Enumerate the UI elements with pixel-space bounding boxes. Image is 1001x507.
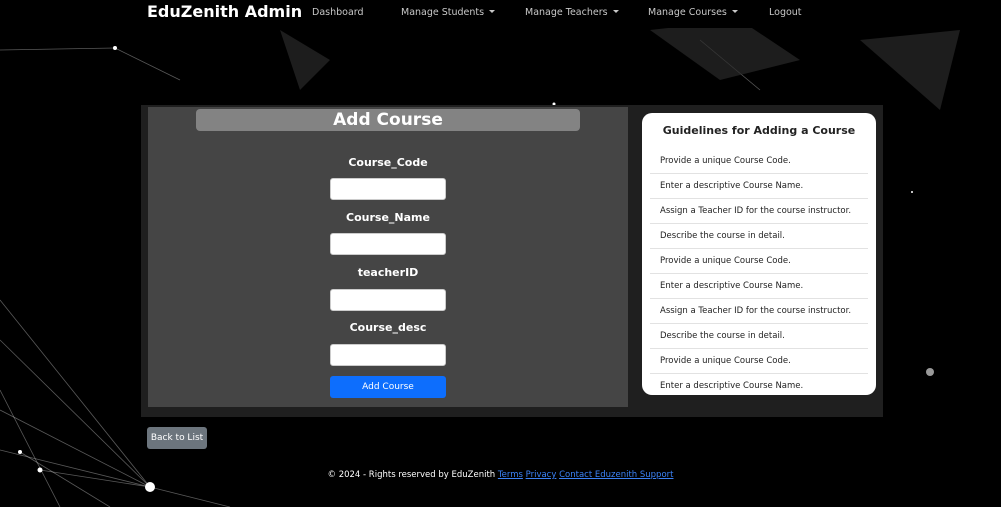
guideline-item: Provide a unique Course Code.: [650, 249, 868, 274]
guideline-item: Enter a descriptive Course Name.: [650, 174, 868, 199]
nav-dashboard-label: Dashboard: [312, 7, 364, 18]
add-course-button[interactable]: Add Course: [330, 376, 446, 398]
nav-logout[interactable]: Logout: [769, 7, 802, 18]
nav-manage-students-dropdown[interactable]: Manage Students: [401, 7, 496, 18]
course-name-label: Course_Name: [346, 211, 430, 224]
guideline-item: Describe the course in detail.: [650, 224, 868, 249]
nav-manage-teachers-dropdown[interactable]: Manage Teachers: [525, 7, 619, 18]
footer-link-contact-support[interactable]: Contact Eduzenith Support: [559, 470, 673, 480]
guideline-item: Provide a unique Course Code.: [650, 349, 868, 374]
nav-manage-courses-label: Manage Courses: [648, 7, 727, 18]
caret-down-icon: [612, 10, 619, 13]
nav-manage-students-label: Manage Students: [401, 7, 485, 18]
guidelines-title: Guidelines for Adding a Course: [662, 124, 856, 137]
guideline-item: Enter a descriptive Course Name.: [660, 381, 804, 391]
course-desc-input[interactable]: [330, 344, 446, 366]
guideline-item: Describe the course in detail.: [650, 324, 868, 349]
top-navbar: EduZenith Admin Dashboard Manage Student…: [0, 0, 1001, 28]
course-code-label: Course_Code: [348, 156, 428, 169]
guideline-item: Provide a unique Course Code.: [650, 149, 868, 174]
caret-down-icon: [731, 10, 738, 13]
form-title: Add Course: [196, 109, 580, 131]
footer-link-privacy[interactable]: Privacy: [526, 470, 557, 480]
nav-logout-label: Logout: [769, 7, 802, 18]
guidelines-list: Provide a unique Course Code. Enter a de…: [650, 149, 868, 395]
nav-dashboard[interactable]: Dashboard: [312, 7, 364, 18]
guideline-item: Assign a Teacher ID for the course instr…: [650, 299, 868, 324]
footer-link-terms[interactable]: Terms: [498, 470, 523, 480]
course-code-input[interactable]: [330, 178, 446, 200]
nav-manage-courses-dropdown[interactable]: Manage Courses: [648, 7, 738, 18]
back-to-list-button[interactable]: Back to List: [147, 427, 207, 449]
guideline-item: Enter a descriptive Course Name.: [650, 274, 868, 299]
guideline-item: Assign a Teacher ID for the course instr…: [650, 199, 868, 224]
guidelines-card: Guidelines for Adding a Course Provide a…: [642, 113, 876, 395]
footer-copyright: © 2024 - Rights reserved by EduZenith: [327, 470, 496, 480]
course-desc-label: Course_desc: [349, 321, 427, 334]
teacher-id-input[interactable]: [330, 289, 446, 311]
brand-title[interactable]: EduZenith Admin: [147, 2, 302, 21]
footer: © 2024 - Rights reserved by EduZenith Te…: [0, 470, 1001, 480]
nav-manage-teachers-label: Manage Teachers: [525, 7, 608, 18]
course-name-input[interactable]: [330, 233, 446, 255]
caret-down-icon: [489, 10, 496, 13]
teacher-id-label: teacherID: [357, 266, 419, 279]
